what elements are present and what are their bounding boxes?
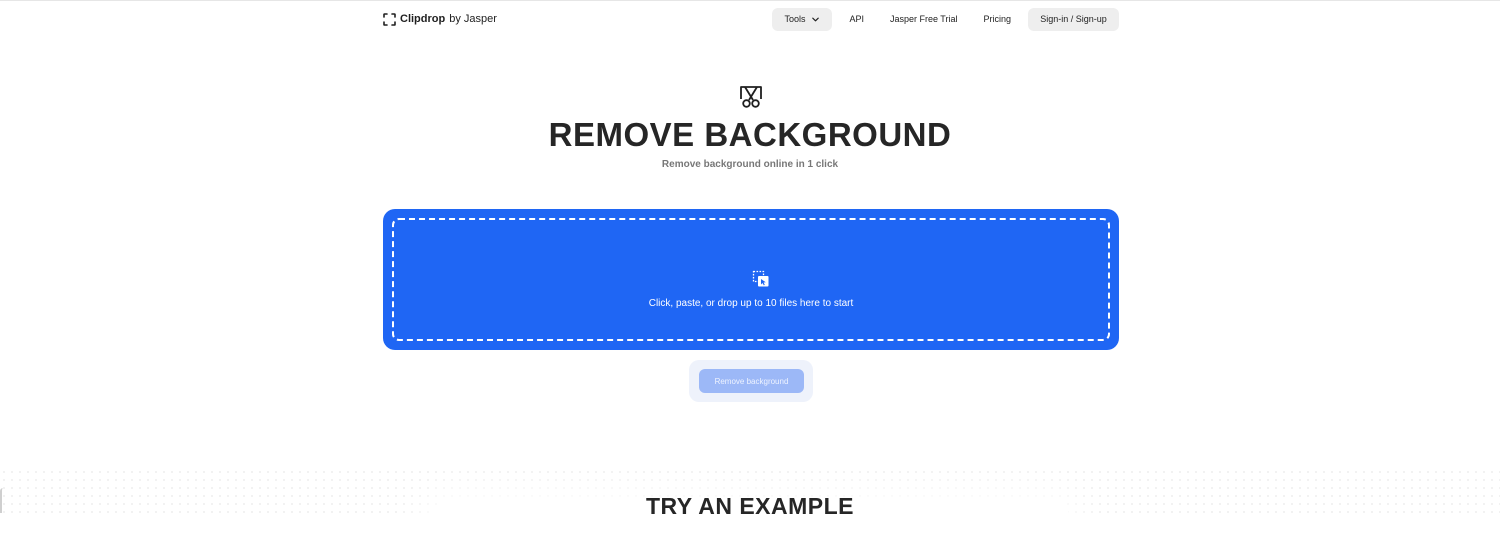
remove-background-button[interactable]: Remove background xyxy=(699,369,804,393)
clipdrop-logo-icon xyxy=(383,12,396,26)
chevron-down-icon xyxy=(812,17,820,21)
left-edge-border xyxy=(0,488,3,513)
brand-logo[interactable]: Clipdrop by Jasper xyxy=(383,12,497,26)
main-nav: Tools API Jasper Free Trial Pricing Sign… xyxy=(772,7,1119,31)
nav-pricing-link[interactable]: Pricing xyxy=(974,8,1020,31)
page-title: REMOVE BACKGROUND xyxy=(548,116,952,153)
examples-title: TRY AN EXAMPLE xyxy=(645,493,855,519)
nav-tools-dropdown[interactable]: Tools xyxy=(772,7,833,31)
nav-trial-link[interactable]: Jasper Free Trial xyxy=(881,8,967,31)
scissors-frame-icon xyxy=(740,86,762,108)
signin-button[interactable]: Sign-in / Sign-up xyxy=(1028,7,1119,31)
dropzone-dashed-border: Click, paste, or drop up to 10 files her… xyxy=(392,218,1110,341)
brand-by: by Jasper xyxy=(449,13,497,25)
dropzone-text: Click, paste, or drop up to 10 files her… xyxy=(648,298,854,309)
remove-button-container: Remove background xyxy=(689,360,813,402)
file-dropzone[interactable]: Click, paste, or drop up to 10 files her… xyxy=(383,209,1119,350)
nav-api-link[interactable]: API xyxy=(840,8,873,31)
header: Clipdrop by Jasper Tools API Jasper Free… xyxy=(383,7,1119,31)
nav-tools-label: Tools xyxy=(784,14,806,24)
brand-name: Clipdrop xyxy=(400,13,446,25)
page-subtitle: Remove background online in 1 click xyxy=(661,159,839,170)
upload-files-icon xyxy=(752,270,769,287)
top-border xyxy=(0,0,1500,1)
